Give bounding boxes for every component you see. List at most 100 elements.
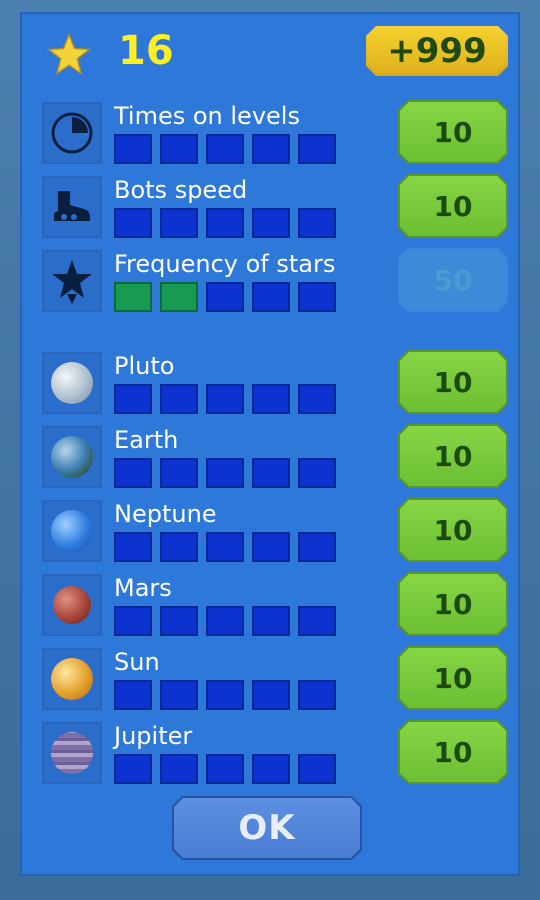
buy-pluto-button[interactable]: 10 xyxy=(398,350,508,414)
mars-icon xyxy=(42,574,102,636)
buy-neptune-button[interactable]: 10 xyxy=(398,498,508,562)
planet-row-pluto: Pluto 10 xyxy=(0,350,540,422)
level-square xyxy=(206,606,244,636)
level-squares xyxy=(114,458,336,488)
planet-label: Mars xyxy=(114,574,172,602)
buy-jupiter-button[interactable]: 10 xyxy=(398,720,508,784)
level-squares xyxy=(114,532,336,562)
level-square xyxy=(252,532,290,562)
level-square xyxy=(114,134,152,164)
level-square xyxy=(206,282,244,312)
level-square-filled xyxy=(114,282,152,312)
level-square xyxy=(160,754,198,784)
planet-row-sun: Sun 10 xyxy=(0,646,540,718)
add-stars-button[interactable]: +999 xyxy=(366,26,508,76)
level-square xyxy=(206,532,244,562)
star-burst-icon xyxy=(42,250,102,312)
buy-times-button[interactable]: 10 xyxy=(398,100,508,164)
upgrade-row-stars: Frequency of stars 50 xyxy=(0,248,540,320)
buy-stars-button[interactable]: 50 xyxy=(398,248,508,312)
level-square xyxy=(298,282,336,312)
level-square xyxy=(206,754,244,784)
price-label: 10 xyxy=(433,439,473,473)
upgrade-label: Frequency of stars xyxy=(114,250,336,278)
level-square xyxy=(206,134,244,164)
price-label: 10 xyxy=(433,735,473,769)
level-square xyxy=(114,458,152,488)
upgrade-label: Times on levels xyxy=(114,102,300,130)
level-square xyxy=(252,606,290,636)
level-square xyxy=(298,384,336,414)
upgrade-row-bots: Bots speed 10 xyxy=(0,174,540,246)
level-squares xyxy=(114,134,336,164)
level-squares xyxy=(114,384,336,414)
ok-button[interactable]: OK xyxy=(172,796,362,860)
level-square xyxy=(160,532,198,562)
upgrade-row-times: Times on levels 10 xyxy=(0,100,540,172)
planet-row-neptune: Neptune 10 xyxy=(0,498,540,570)
pluto-icon xyxy=(42,352,102,414)
level-square xyxy=(206,680,244,710)
ok-label: OK xyxy=(238,808,296,848)
planet-label: Pluto xyxy=(114,352,175,380)
price-label: 10 xyxy=(433,115,473,149)
level-square xyxy=(160,208,198,238)
level-square xyxy=(298,134,336,164)
level-square xyxy=(252,754,290,784)
planet-label: Neptune xyxy=(114,500,217,528)
level-square xyxy=(160,606,198,636)
level-square-filled xyxy=(160,282,198,312)
level-squares xyxy=(114,282,336,312)
price-label: 10 xyxy=(433,587,473,621)
level-square xyxy=(252,384,290,414)
level-square xyxy=(298,458,336,488)
level-square xyxy=(114,680,152,710)
planet-label: Earth xyxy=(114,426,179,454)
level-square xyxy=(252,458,290,488)
level-square xyxy=(114,384,152,414)
planet-row-jupiter: Jupiter 10 xyxy=(0,720,540,792)
level-square xyxy=(252,680,290,710)
level-square xyxy=(206,208,244,238)
clock-icon xyxy=(42,102,102,164)
level-squares xyxy=(114,680,336,710)
earth-icon xyxy=(42,426,102,488)
planet-row-earth: Earth 10 xyxy=(0,424,540,496)
planet-row-mars: Mars 10 xyxy=(0,572,540,644)
level-squares xyxy=(114,606,336,636)
level-squares xyxy=(114,754,336,784)
level-square xyxy=(160,458,198,488)
add-stars-label: +999 xyxy=(387,31,487,71)
level-square xyxy=(160,680,198,710)
price-label: 50 xyxy=(433,263,473,297)
level-square xyxy=(114,208,152,238)
level-square xyxy=(160,384,198,414)
level-square xyxy=(252,208,290,238)
buy-earth-button[interactable]: 10 xyxy=(398,424,508,488)
star-count: 16 xyxy=(118,28,174,74)
buy-bots-button[interactable]: 10 xyxy=(398,174,508,238)
level-square xyxy=(114,754,152,784)
level-square xyxy=(252,134,290,164)
buy-mars-button[interactable]: 10 xyxy=(398,572,508,636)
boot-icon xyxy=(42,176,102,238)
level-square xyxy=(298,606,336,636)
level-square xyxy=(298,754,336,784)
level-square xyxy=(252,282,290,312)
sun-icon xyxy=(42,648,102,710)
level-square xyxy=(160,134,198,164)
price-label: 10 xyxy=(433,513,473,547)
level-square xyxy=(298,680,336,710)
level-square xyxy=(206,384,244,414)
jupiter-icon xyxy=(42,722,102,784)
level-squares xyxy=(114,208,336,238)
level-square xyxy=(114,606,152,636)
neptune-icon xyxy=(42,500,102,562)
price-label: 10 xyxy=(433,661,473,695)
level-square xyxy=(206,458,244,488)
price-label: 10 xyxy=(433,365,473,399)
level-square xyxy=(298,208,336,238)
buy-sun-button[interactable]: 10 xyxy=(398,646,508,710)
star-icon xyxy=(46,32,92,76)
price-label: 10 xyxy=(433,189,473,223)
